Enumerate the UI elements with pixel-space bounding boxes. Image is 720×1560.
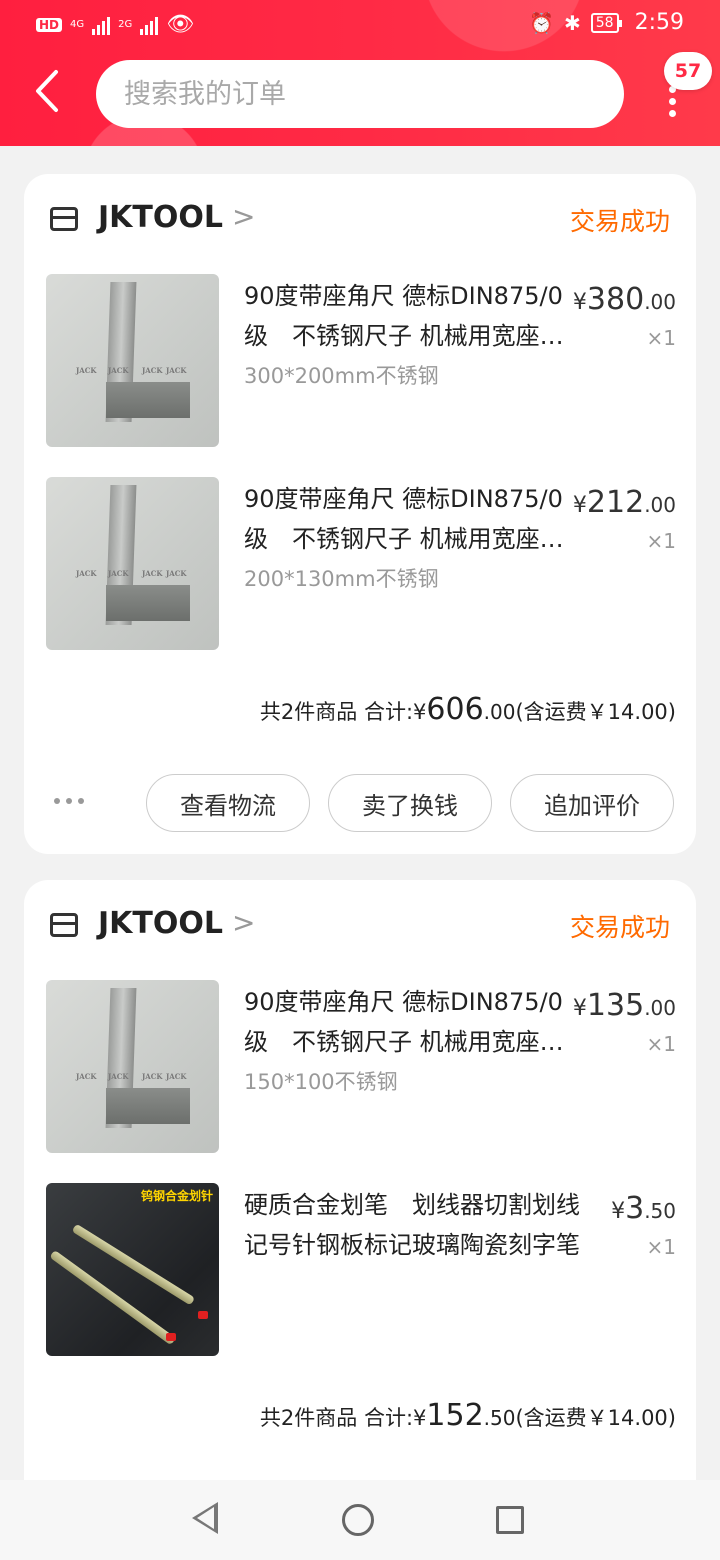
shop-icon xyxy=(50,913,78,937)
price-int: 135 xyxy=(586,988,645,1023)
product-qty: ×1 xyxy=(646,326,676,350)
order-item[interactable]: 钨钢合金划针 硬质合金划笔 划线器切割划线记号针钢板标记玻璃陶瓷刻字笔 ¥3.5… xyxy=(24,1183,696,1359)
ruler-mark: JACK xyxy=(76,366,97,375)
nav-recents-icon[interactable] xyxy=(492,1502,532,1542)
currency-symbol: ¥ xyxy=(413,1406,427,1430)
ruler-mark: JACK xyxy=(108,1072,129,1081)
currency-symbol: ¥ xyxy=(572,996,587,1021)
item-count: 共2件商品 xyxy=(259,1406,358,1430)
signal-icon-2 xyxy=(140,15,159,35)
product-image[interactable]: JACK JACK JACK JACK xyxy=(46,274,219,447)
battery-icon: 58 xyxy=(590,12,622,33)
network-type-1: 4G xyxy=(70,19,85,30)
total-int: 606 xyxy=(426,692,484,727)
hd-indicator: HD xyxy=(36,17,63,32)
price-int: 3 xyxy=(625,1191,645,1226)
ruler-mark: JACK xyxy=(76,1072,97,1081)
ruler-mark: JACK xyxy=(166,569,187,578)
price-int: 380 xyxy=(586,282,645,317)
shop-header: JKTOOL > 交易成功 xyxy=(24,174,696,264)
order-actions: 查看物流 卖了换钱 追加评价 xyxy=(24,774,696,834)
total-label: 合计: xyxy=(363,1406,414,1430)
product-price: ¥3.50 xyxy=(611,1191,676,1226)
currency-symbol: ¥ xyxy=(572,290,587,315)
resell-button[interactable]: 卖了换钱 xyxy=(328,774,492,832)
price-dec: .50 xyxy=(644,1199,676,1223)
total-dec: .00 xyxy=(483,700,516,724)
product-price: ¥212.00 xyxy=(573,485,676,520)
price-dec: .00 xyxy=(644,493,676,517)
order-status: 交易成功 xyxy=(569,207,670,236)
back-arrow-icon[interactable] xyxy=(32,68,72,120)
product-spec: 200*130mm不锈钢 xyxy=(244,567,439,591)
ruler-mark: JACK xyxy=(142,1072,163,1081)
ruler-mark: JACK xyxy=(108,569,129,578)
search-input[interactable] xyxy=(96,60,624,128)
chevron-right-icon[interactable]: > xyxy=(232,906,255,939)
order-card: JKTOOL > 交易成功 JACK JACK JACK JACK 90度带座角… xyxy=(24,880,696,1480)
total-label: 合计: xyxy=(363,700,414,724)
shop-icon xyxy=(50,207,78,231)
status-bar: HD 4G 2G 👁 ⏰ ✱ 58 2:59 xyxy=(0,0,720,52)
product-qty: ×1 xyxy=(646,529,676,553)
product-qty: ×1 xyxy=(646,1235,676,1259)
ruler-mark: JACK xyxy=(142,366,163,375)
product-image[interactable]: JACK JACK JACK JACK xyxy=(46,477,219,650)
chevron-right-icon[interactable]: > xyxy=(232,200,255,233)
ruler-mark: JACK xyxy=(166,1072,187,1081)
order-summary: 共2件商品 合计:¥152.50(含运费￥14.00) xyxy=(260,1398,676,1433)
image-caption: 钨钢合金划针 xyxy=(140,1189,213,1203)
add-review-button[interactable]: 追加评价 xyxy=(510,774,674,832)
system-nav-bar xyxy=(0,1480,720,1560)
bluetooth-icon: ✱ xyxy=(564,10,581,35)
alarm-icon: ⏰ xyxy=(529,10,554,35)
product-title[interactable]: 90度带座角尺 德标DIN875/0级 不锈钢尺子 机械用宽座角尺 xyxy=(244,479,566,559)
nav-back-icon[interactable] xyxy=(192,1502,232,1542)
shipping-fee: (含运费￥14.00) xyxy=(515,1406,676,1430)
total-int: 152 xyxy=(426,1398,484,1433)
product-spec: 150*100不锈钢 xyxy=(244,1070,398,1094)
price-dec: .00 xyxy=(644,290,676,314)
view-logistics-button[interactable]: 查看物流 xyxy=(146,774,310,832)
price-dec: .00 xyxy=(644,996,676,1020)
notification-badge[interactable]: 57 xyxy=(664,52,712,90)
currency-symbol: ¥ xyxy=(413,700,427,724)
shipping-fee: (含运费￥14.00) xyxy=(515,700,676,724)
clock-time: 2:59 xyxy=(634,10,684,35)
order-summary: 共2件商品 合计:¥606.00(含运费￥14.00) xyxy=(260,692,676,727)
order-item[interactable]: JACK JACK JACK JACK 90度带座角尺 德标DIN875/0级 … xyxy=(24,274,696,450)
currency-symbol: ¥ xyxy=(572,493,587,518)
shop-name[interactable]: JKTOOL xyxy=(98,200,223,235)
item-count: 共2件商品 xyxy=(259,700,358,724)
product-title[interactable]: 90度带座角尺 德标DIN875/0级 不锈钢尺子 机械用宽座角尺 xyxy=(244,276,566,356)
ruler-mark: JACK xyxy=(108,366,129,375)
shop-name[interactable]: JKTOOL xyxy=(98,906,223,941)
order-card: JKTOOL > 交易成功 JACK JACK JACK JACK 90度带座角… xyxy=(24,174,696,854)
nav-home-icon[interactable] xyxy=(340,1502,380,1542)
ruler-mark: JACK xyxy=(142,569,163,578)
currency-symbol: ¥ xyxy=(611,1199,626,1224)
product-spec: 300*200mm不锈钢 xyxy=(244,364,439,388)
product-price: ¥380.00 xyxy=(573,282,676,317)
network-type-2: 2G xyxy=(118,19,133,30)
product-image[interactable]: 钨钢合金划针 xyxy=(46,1183,219,1356)
product-title[interactable]: 90度带座角尺 德标DIN875/0级 不锈钢尺子 机械用宽座角尺 xyxy=(244,982,566,1062)
order-item[interactable]: JACK JACK JACK JACK 90度带座角尺 德标DIN875/0级 … xyxy=(24,477,696,653)
price-int: 212 xyxy=(586,485,645,520)
product-price: ¥135.00 xyxy=(573,988,676,1023)
eye-icon: 👁 xyxy=(166,12,195,37)
more-actions-icon[interactable] xyxy=(54,798,84,804)
ruler-mark: JACK xyxy=(76,569,97,578)
header-bar: HD 4G 2G 👁 ⏰ ✱ 58 2:59 57 xyxy=(0,0,720,146)
order-status: 交易成功 xyxy=(569,913,670,942)
shop-header: JKTOOL > 交易成功 xyxy=(24,880,696,970)
order-item[interactable]: JACK JACK JACK JACK 90度带座角尺 德标DIN875/0级 … xyxy=(24,980,696,1156)
signal-icon xyxy=(92,15,111,35)
product-qty: ×1 xyxy=(646,1032,676,1056)
product-image[interactable]: JACK JACK JACK JACK xyxy=(46,980,219,1153)
total-dec: .50 xyxy=(483,1406,516,1430)
product-title[interactable]: 硬质合金划笔 划线器切割划线记号针钢板标记玻璃陶瓷刻字笔 xyxy=(244,1185,594,1265)
more-menu-icon[interactable] xyxy=(660,86,684,117)
ruler-mark: JACK xyxy=(166,366,187,375)
